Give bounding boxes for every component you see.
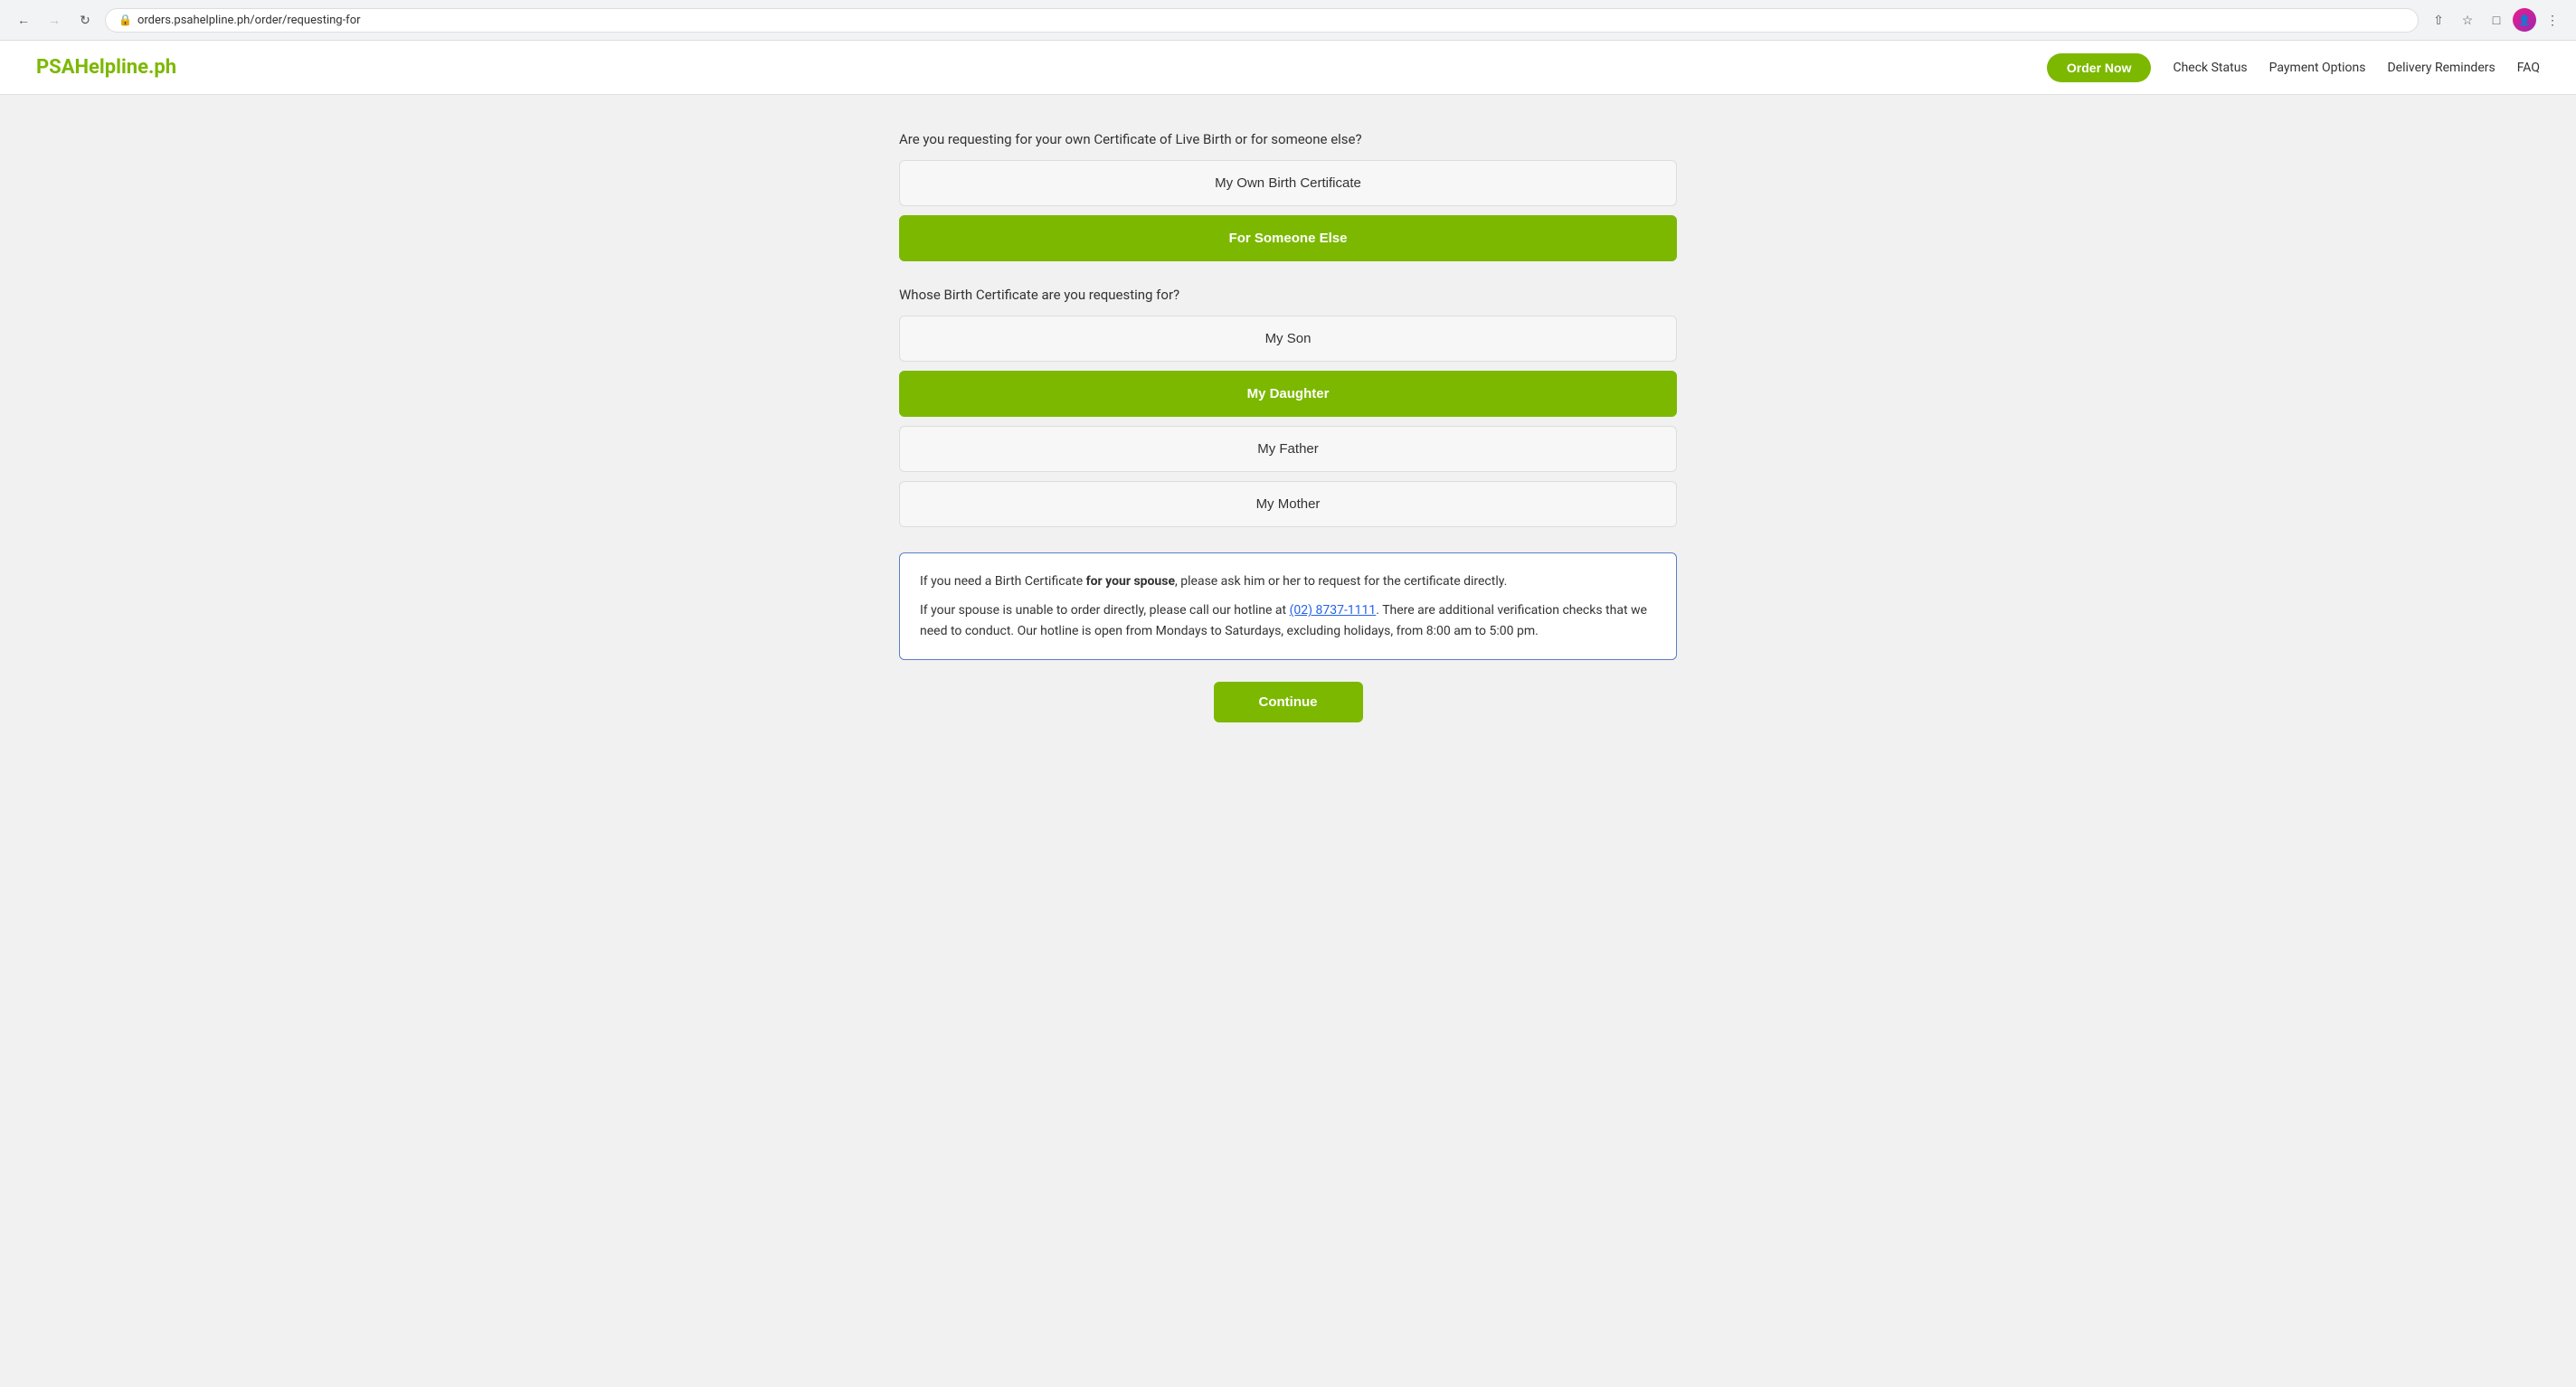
- reload-button[interactable]: ↻: [72, 7, 98, 33]
- menu-button[interactable]: ⋮: [2540, 7, 2565, 33]
- browser-nav-buttons: ← → ↻: [11, 7, 98, 33]
- extensions-button[interactable]: □: [2484, 7, 2509, 33]
- nav-delivery-reminders-link[interactable]: Delivery Reminders: [2387, 61, 2495, 75]
- question2-section: Whose Birth Certificate are you requesti…: [899, 287, 1677, 527]
- option-my-father[interactable]: My Father: [899, 426, 1677, 472]
- site-nav: Order Now Check Status Payment Options D…: [2047, 53, 2540, 82]
- site-header: PSAHelpline.ph Order Now Check Status Pa…: [0, 41, 2576, 95]
- nav-order-now-button[interactable]: Order Now: [2047, 53, 2152, 82]
- share-button[interactable]: ⇧: [2426, 7, 2451, 33]
- option-my-mother[interactable]: My Mother: [899, 481, 1677, 527]
- browser-actions: ⇧ ☆ □ 👤 ⋮: [2426, 7, 2565, 33]
- info-box-line1: If you need a Birth Certificate for your…: [920, 571, 1656, 591]
- address-bar[interactable]: 🔒 orders.psahelpline.ph/order/requesting…: [105, 8, 2419, 33]
- question1-section: Are you requesting for your own Certific…: [899, 131, 1677, 261]
- nav-faq-link[interactable]: FAQ: [2517, 61, 2540, 75]
- back-button[interactable]: ←: [11, 7, 36, 33]
- bookmark-button[interactable]: ☆: [2455, 7, 2480, 33]
- url-text: orders.psahelpline.ph/order/requesting-f…: [137, 14, 361, 27]
- browser-chrome: ← → ↻ 🔒 orders.psahelpline.ph/order/requ…: [0, 0, 2576, 41]
- hotline-link[interactable]: (02) 8737-1111: [1290, 603, 1377, 618]
- continue-button[interactable]: Continue: [1214, 682, 1363, 722]
- spouse-info-box: If you need a Birth Certificate for your…: [899, 552, 1677, 660]
- nav-check-status-link[interactable]: Check Status: [2173, 61, 2247, 75]
- lock-icon: 🔒: [118, 14, 132, 26]
- forward-button[interactable]: →: [42, 7, 67, 33]
- info-text-prefix: If you need a Birth Certificate: [920, 574, 1086, 589]
- info-text-bold: for your spouse: [1086, 574, 1175, 589]
- profile-button[interactable]: 👤: [2513, 8, 2536, 32]
- option-for-someone-else[interactable]: For Someone Else: [899, 215, 1677, 261]
- nav-payment-options-link[interactable]: Payment Options: [2269, 61, 2366, 75]
- site-logo[interactable]: PSAHelpline.ph: [36, 56, 176, 79]
- option-my-daughter[interactable]: My Daughter: [899, 371, 1677, 417]
- info-text-suffix: , please ask him or her to request for t…: [1175, 574, 1507, 589]
- main-content: Are you requesting for your own Certific…: [881, 95, 1695, 795]
- option-own-birth-certificate[interactable]: My Own Birth Certificate: [899, 160, 1677, 206]
- option-my-son[interactable]: My Son: [899, 316, 1677, 362]
- info-text-prefix2: If your spouse is unable to order direct…: [920, 603, 1290, 618]
- question2-label: Whose Birth Certificate are you requesti…: [899, 287, 1677, 303]
- info-box-line2: If your spouse is unable to order direct…: [920, 600, 1656, 641]
- question1-label: Are you requesting for your own Certific…: [899, 131, 1677, 147]
